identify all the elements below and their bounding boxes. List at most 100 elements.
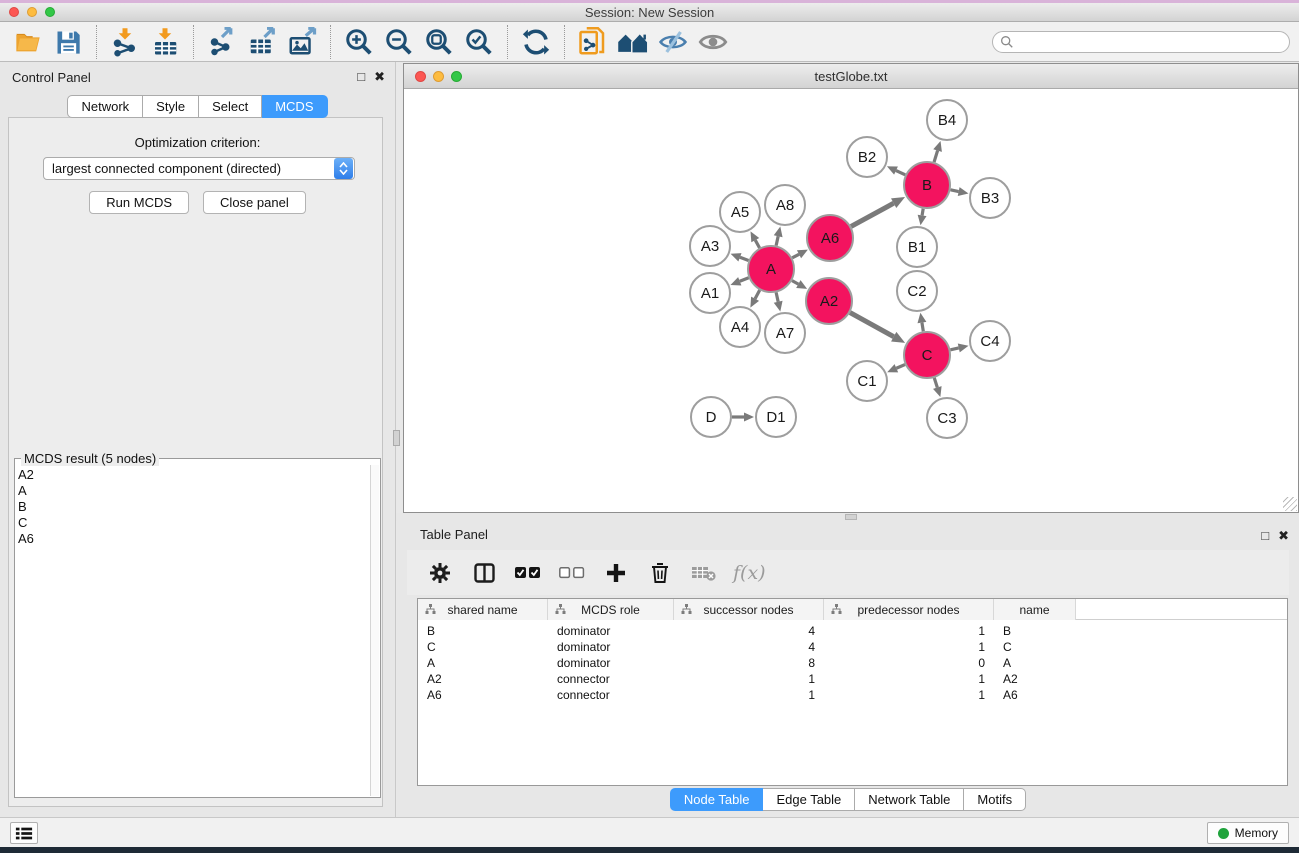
export-image-button[interactable] (282, 24, 322, 60)
graph-node-C2[interactable]: C2 (897, 271, 937, 311)
table-settings-button[interactable] (425, 557, 455, 589)
graph-node-B[interactable]: B (904, 162, 950, 208)
column-header-name[interactable]: name (994, 599, 1076, 620)
graph-edge[interactable] (950, 344, 968, 353)
window-resize-grip[interactable] (1283, 497, 1297, 511)
graph-node-C1[interactable]: C1 (847, 361, 887, 401)
horizontal-split-grip[interactable] (845, 514, 857, 520)
graph-node-C[interactable]: C (904, 332, 950, 378)
tab-node-table[interactable]: Node Table (670, 788, 764, 811)
graph-edge[interactable] (792, 250, 808, 259)
mcds-result-item[interactable]: B (18, 499, 368, 515)
mcds-result-item[interactable]: C (18, 515, 368, 531)
minimize-window-button[interactable] (27, 7, 37, 17)
vertical-split-grip[interactable] (393, 430, 400, 446)
graph-edge[interactable] (933, 378, 942, 397)
home-view-button[interactable] (613, 24, 653, 60)
network-minimize-button[interactable] (433, 71, 444, 82)
float-table-panel-icon[interactable]: □ (1261, 527, 1269, 545)
close-panel-button[interactable]: Close panel (203, 191, 306, 214)
graph-edge[interactable] (887, 166, 905, 175)
run-mcds-button[interactable]: Run MCDS (89, 191, 189, 214)
graph-node-C3[interactable]: C3 (927, 398, 967, 438)
table-cell[interactable]: C (994, 639, 1076, 655)
graph-edge[interactable] (774, 226, 783, 245)
table-cell[interactable]: dominator (548, 655, 674, 671)
close-panel-icon[interactable]: ✖ (374, 68, 385, 86)
graph-edge[interactable] (951, 187, 969, 196)
graph-node-A7[interactable]: A7 (765, 313, 805, 353)
graph-node-D[interactable]: D (691, 397, 731, 437)
column-header-predecessor-nodes[interactable]: predecessor nodes (824, 599, 994, 620)
table-cell[interactable]: connector (548, 687, 674, 703)
zoom-in-button[interactable] (339, 24, 379, 60)
memory-button[interactable]: Memory (1207, 822, 1289, 844)
table-cell[interactable]: 1 (824, 623, 994, 639)
table-cell[interactable]: C (418, 639, 548, 655)
network-zoom-button[interactable] (451, 71, 462, 82)
tab-edge-table[interactable]: Edge Table (763, 788, 855, 811)
graph-node-D1[interactable]: D1 (756, 397, 796, 437)
network-close-button[interactable] (415, 71, 426, 82)
graph-node-B2[interactable]: B2 (847, 137, 887, 177)
graph-edge[interactable] (732, 413, 754, 422)
graph-node-A6[interactable]: A6 (807, 215, 853, 261)
zoom-fit-button[interactable] (419, 24, 459, 60)
save-session-button[interactable] (48, 24, 88, 60)
table-cell[interactable]: B (418, 623, 548, 639)
float-panel-icon[interactable]: □ (357, 68, 365, 86)
import-network-button[interactable] (105, 24, 145, 60)
network-graph[interactable]: B4B2BB3A8A5A6B1A3AC2A1A2A4A7C4CC1C3DD1 (404, 89, 1298, 512)
mcds-result-item[interactable]: A (18, 483, 368, 499)
table-cell[interactable]: dominator (548, 623, 674, 639)
table-cell[interactable]: 4 (674, 623, 824, 639)
close-window-button[interactable] (9, 7, 19, 17)
export-table-button[interactable] (242, 24, 282, 60)
search-input[interactable] (1014, 33, 1289, 51)
graph-edge[interactable] (751, 231, 760, 248)
tab-select[interactable]: Select (199, 95, 262, 118)
zoom-out-button[interactable] (379, 24, 419, 60)
column-header-shared-name[interactable]: shared name (418, 599, 548, 620)
table-cell[interactable]: A2 (418, 671, 548, 687)
delete-table-button[interactable] (689, 557, 719, 589)
column-header-successor-nodes[interactable]: successor nodes (674, 599, 824, 620)
table-cell[interactable]: A (994, 655, 1076, 671)
graph-node-A3[interactable]: A3 (690, 226, 730, 266)
graph-edge[interactable] (730, 277, 748, 285)
table-row[interactable]: A6connector11A6 (418, 687, 1287, 703)
graph-node-A8[interactable]: A8 (765, 185, 805, 225)
table-row[interactable]: A2connector11A2 (418, 671, 1287, 687)
tab-mcds[interactable]: MCDS (262, 95, 327, 118)
graph-node-C4[interactable]: C4 (970, 321, 1010, 361)
graph-node-B4[interactable]: B4 (927, 100, 967, 140)
zoom-selected-button[interactable] (459, 24, 499, 60)
show-graphics-button[interactable] (693, 24, 733, 60)
delete-column-button[interactable] (645, 557, 675, 589)
table-cell[interactable]: A6 (418, 687, 548, 703)
graph-edge[interactable] (731, 253, 749, 261)
optimization-dropdown[interactable]: largest connected component (directed) (43, 157, 355, 180)
graph-node-B1[interactable]: B1 (897, 227, 937, 267)
graph-edge[interactable] (918, 209, 927, 226)
graph-edge[interactable] (917, 313, 926, 332)
network-canvas[interactable]: B4B2BB3A8A5A6B1A3AC2A1A2A4A7C4CC1C3DD1 (404, 89, 1298, 512)
table-cell[interactable]: connector (548, 671, 674, 687)
mcds-result-item[interactable]: A6 (18, 531, 368, 547)
graph-edge[interactable] (851, 197, 905, 227)
table-row[interactable]: Adominator80A (418, 655, 1287, 671)
table-row[interactable]: Cdominator41C (418, 639, 1287, 655)
export-network-button[interactable] (202, 24, 242, 60)
table-cell[interactable]: A2 (994, 671, 1076, 687)
graph-edge[interactable] (933, 141, 942, 162)
refresh-button[interactable] (516, 24, 556, 60)
table-row[interactable]: Bdominator41B (418, 623, 1287, 639)
table-cell[interactable]: B (994, 623, 1076, 639)
close-table-panel-icon[interactable]: ✖ (1278, 527, 1289, 545)
show-columns-button[interactable] (513, 557, 543, 589)
graph-node-A2[interactable]: A2 (806, 278, 852, 324)
task-history-button[interactable] (10, 822, 38, 844)
tab-network[interactable]: Network (67, 95, 143, 118)
graph-node-A4[interactable]: A4 (720, 307, 760, 347)
graph-edge[interactable] (792, 280, 807, 289)
